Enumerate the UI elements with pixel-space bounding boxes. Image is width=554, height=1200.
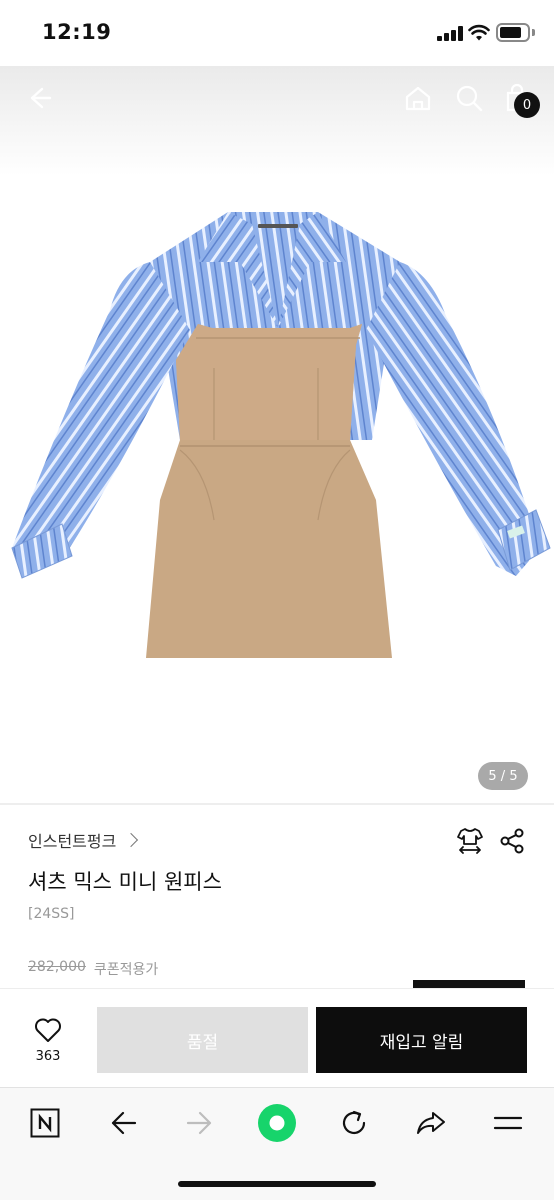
arrow-right-icon <box>186 1111 212 1135</box>
status-bar: 12:19 <box>0 0 554 66</box>
home-button[interactable] <box>401 81 435 115</box>
home-icon <box>405 86 431 111</box>
wifi-icon <box>468 24 490 41</box>
refresh-button[interactable] <box>334 1103 374 1143</box>
share-page-button[interactable] <box>411 1103 451 1143</box>
like-count: 363 <box>35 1049 61 1064</box>
arrow-left-icon <box>30 87 52 109</box>
season-tag: [24SS] <box>28 906 75 922</box>
search-button[interactable] <box>452 81 486 115</box>
original-price: 282,000 <box>28 959 86 975</box>
green-dot-icon <box>258 1104 296 1142</box>
status-time: 12:19 <box>42 20 112 44</box>
product-title: 셔츠 믹스 미니 원피스 <box>28 870 222 894</box>
naver-home-button[interactable] <box>25 1103 65 1143</box>
section-divider <box>0 803 554 805</box>
battery-icon <box>496 23 530 42</box>
menu-button[interactable] <box>488 1103 528 1143</box>
refresh-icon <box>342 1110 366 1135</box>
search-icon <box>456 85 483 112</box>
share-icon <box>500 828 524 854</box>
forward-share-icon <box>417 1112 445 1134</box>
size-guide-icon <box>457 828 483 854</box>
heart-icon <box>35 1018 61 1042</box>
gallery-page-indicator: 5 / 5 <box>478 762 528 790</box>
coupon-price-label: 쿠폰적용가 <box>93 962 159 978</box>
like-button[interactable]: 363 <box>20 1017 76 1064</box>
brand-link[interactable]: 인스턴트펑크 <box>28 828 139 852</box>
restock-alert-button[interactable]: 재입고 알림 <box>316 1007 527 1073</box>
home-indicator <box>178 1181 376 1187</box>
green-dot-button[interactable] <box>257 1103 297 1143</box>
hamburger-icon <box>493 1116 523 1130</box>
product-image <box>11 212 551 658</box>
soldout-button[interactable]: 품절 <box>97 1007 308 1073</box>
arrow-left-icon <box>111 1111 137 1135</box>
chevron-right-icon <box>124 832 139 848</box>
signal-icon <box>437 26 463 41</box>
browser-forward-button[interactable] <box>180 1103 220 1143</box>
share-button[interactable] <box>497 826 527 856</box>
naver-logo-icon <box>30 1108 60 1138</box>
back-button[interactable] <box>22 81 56 115</box>
cart-count-badge: 0 <box>514 92 540 118</box>
price-row: 282,000 쿠폰적용가 <box>28 959 158 979</box>
browser-back-button[interactable] <box>103 1103 143 1143</box>
brand-name: 인스턴트펑크 <box>28 832 117 851</box>
size-guide-button[interactable] <box>455 826 485 856</box>
